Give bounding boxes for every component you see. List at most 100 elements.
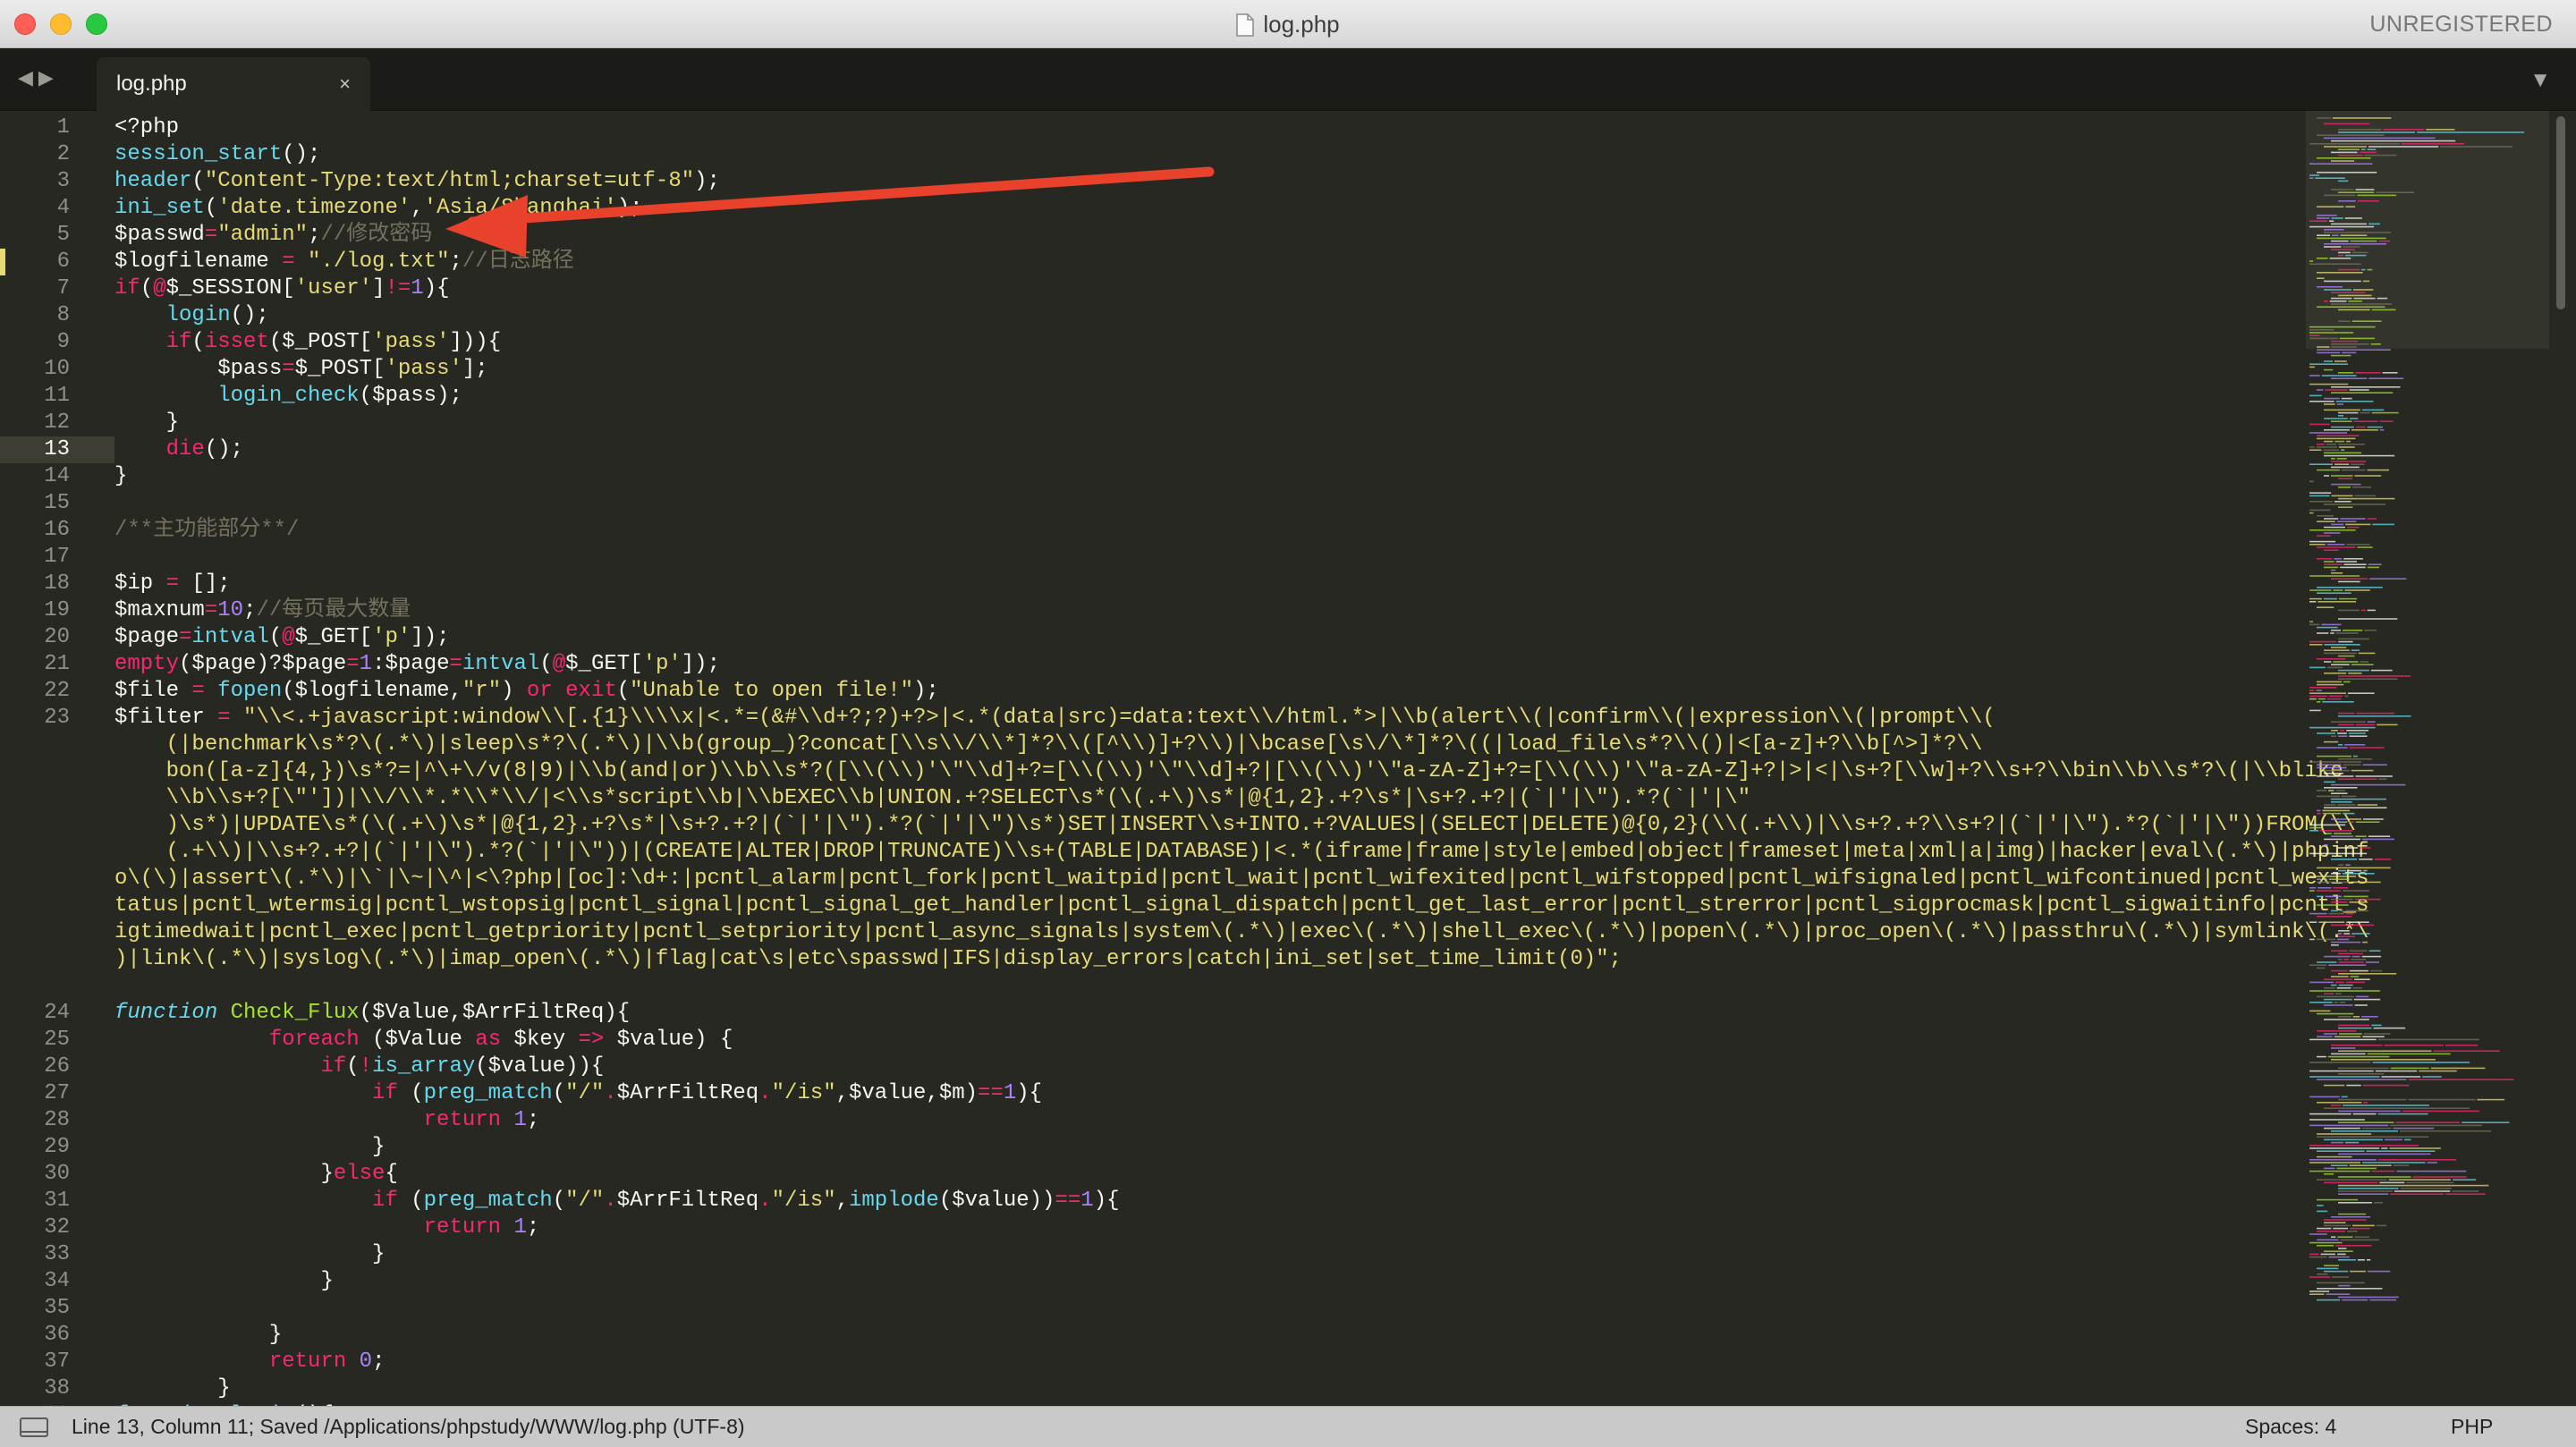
tab-navigation: ◀▶ — [18, 66, 59, 89]
line-number: 3 — [56, 169, 70, 193]
code-line[interactable]: $maxnum=10;//每页最大数量 — [114, 597, 411, 624]
code-line[interactable]: session_start(); — [114, 141, 320, 168]
line-number-gutter: 1 2 3 4 5 6 7 8 9 10 11 12 13 14 15 16 17 18 19 20 21 22 23 24 2… — [0, 111, 114, 1406]
code-line[interactable]: bon([a-z]{4,})\s*?=|^\+\/v(8|9)|\\b(and|… — [114, 758, 2343, 785]
line-number: 23 — [44, 706, 70, 730]
code-line[interactable]: die(); — [114, 436, 243, 463]
line-number: 22 — [44, 679, 70, 703]
code-line[interactable]: login(); — [114, 302, 269, 329]
minimap[interactable] — [2306, 111, 2549, 1406]
code-line[interactable]: } — [114, 1134, 385, 1161]
code-area[interactable]: <?php session_start(); header("Content-Typ… — [114, 111, 2368, 1406]
code-line[interactable]: (|benchmark\s*?\(.*\)|sleep\s*?\(.*\)|\\… — [114, 732, 1983, 758]
code-line[interactable]: return 1; — [114, 1107, 540, 1134]
tab-list-dropdown-icon[interactable]: ▼ — [2529, 68, 2551, 93]
code-line[interactable]: igtimedwait|pcntl_exec|pcntl_getpriority… — [114, 919, 2368, 946]
code-line[interactable]: o\(\)|assert\(.*\)|\`|\~|\^|<\?php|[oc]:… — [114, 866, 2368, 893]
status-message: Line 13, Column 11; Saved /Applications/… — [72, 1415, 745, 1438]
line-number: 29 — [44, 1135, 70, 1159]
code-line[interactable]: } — [114, 1375, 230, 1402]
code-line[interactable]: $passwd="admin";//修改密码 — [114, 222, 432, 249]
line-number: 10 — [44, 357, 70, 381]
line-number: 33 — [44, 1242, 70, 1266]
code-line[interactable]: (.+\\)|\\s+?.+?|(`|'|\").*?(`|'|\"))|(CR… — [114, 839, 2369, 866]
line-number: 38 — [44, 1376, 70, 1400]
code-line[interactable]: } — [114, 1241, 385, 1268]
code-line[interactable]: )|link\(.*\)|syslog\(.*\)|imap_open\(.*\… — [114, 946, 1622, 973]
code-line[interactable]: login_check($pass); — [114, 383, 462, 410]
unregistered-label: UNREGISTERED — [2369, 12, 2553, 37]
line-number: 25 — [44, 1028, 70, 1052]
code-line[interactable]: /**主功能部分**/ — [114, 517, 299, 544]
code-line[interactable]: if(@$_SESSION['user']!=1){ — [114, 275, 450, 302]
line-number: 26 — [44, 1054, 70, 1079]
document-icon — [1236, 13, 1255, 37]
line-number: 5 — [56, 223, 70, 247]
code-line[interactable]: $logfilename = "./log.txt";//日志路径 — [114, 249, 574, 275]
code-line[interactable]: return 0; — [114, 1349, 386, 1375]
code-line[interactable]: foreach ($Value as $key => $value) { — [114, 1027, 733, 1054]
line-number: 7 — [56, 276, 70, 300]
code-line[interactable]: if(!is_array($value)){ — [114, 1054, 604, 1080]
line-number: 1 — [56, 115, 70, 140]
line-number: 13 — [44, 437, 70, 461]
line-number: 27 — [44, 1081, 70, 1105]
back-arrow-icon[interactable]: ◀ — [18, 66, 38, 89]
code-line[interactable]: empty($page)?$page=1:$page=intval(@$_GET… — [114, 651, 720, 678]
title-bar: log.php UNREGISTERED — [0, 0, 2576, 48]
line-number: 4 — [56, 196, 70, 220]
code-line[interactable]: )\s*)|UPDATE\s*(\(.+\)\s*|@{1,2}.+?\s*|\… — [114, 812, 2356, 839]
code-line[interactable]: <?php — [114, 114, 179, 141]
code-line[interactable]: ini_set('date.timezone','Asia/Shanghai')… — [114, 195, 643, 222]
line-number: 16 — [44, 518, 70, 542]
code-editor[interactable]: 1 2 3 4 5 6 7 8 9 10 11 12 13 14 15 16 17 18 19 20 21 22 23 24 2… — [0, 111, 2576, 1406]
line-number: 30 — [44, 1162, 70, 1186]
code-line[interactable]: } — [114, 1268, 333, 1295]
code-line[interactable]: if(isset($_POST['pass'])){ — [114, 329, 502, 356]
forward-arrow-icon[interactable]: ▶ — [38, 66, 59, 89]
code-line[interactable]: header("Content-Type:text/html;charset=u… — [114, 168, 720, 195]
status-bar: Line 13, Column 11; Saved /Applications/… — [0, 1406, 2576, 1447]
line-number: 32 — [44, 1215, 70, 1240]
code-line[interactable]: } — [114, 410, 179, 436]
code-line[interactable]: tatus|pcntl_wtermsig|pcntl_wstopsig|pcnt… — [114, 893, 2368, 919]
tab-close-icon[interactable]: × — [339, 57, 351, 111]
indentation-setting[interactable]: Spaces: 4 — [2245, 1407, 2336, 1446]
window-title: log.php — [1263, 11, 1340, 38]
line-number: 9 — [56, 330, 70, 354]
line-number: 20 — [44, 625, 70, 649]
code-line[interactable]: function Check_Flux($Value,$ArrFiltReq){ — [114, 1000, 630, 1027]
line-number: 19 — [44, 598, 70, 622]
line-number: 37 — [44, 1350, 70, 1374]
tab-bar: ◀▶ log.php × ▼ — [0, 48, 2576, 111]
code-line[interactable]: $filter = "\\<.+javascript:window\\[.{1}… — [114, 705, 1996, 732]
line-number: 18 — [44, 571, 70, 596]
code-line[interactable]: $file = fopen($logfilename,"r") or exit(… — [114, 678, 939, 705]
code-line[interactable]: return 1; — [114, 1214, 540, 1241]
line-number: 31 — [44, 1189, 70, 1213]
line-number: 11 — [44, 384, 70, 408]
line-number: 6 — [56, 250, 70, 274]
tab-log-php[interactable]: log.php × — [97, 57, 370, 111]
code-line[interactable]: if (preg_match("/".$ArrFiltReq."/is",$va… — [114, 1080, 1042, 1107]
code-line[interactable]: \\b\\s+?[\"'])|\\/\\*.*\\*\\/|<\\s*scrip… — [114, 785, 1751, 812]
line-number: 24 — [44, 1001, 70, 1025]
line-number: 12 — [44, 410, 70, 435]
code-line[interactable]: $ip = []; — [114, 571, 231, 597]
tab-label: log.php — [116, 72, 187, 96]
code-line[interactable]: }else{ — [114, 1161, 397, 1188]
window-title-container: log.php — [0, 0, 2576, 48]
line-number: 36 — [44, 1323, 70, 1347]
line-number: 35 — [44, 1296, 70, 1320]
code-line[interactable]: } — [114, 463, 127, 490]
panel-toggle-icon[interactable] — [20, 1417, 48, 1437]
line-number: 8 — [56, 303, 70, 327]
vertical-scrollbar[interactable] — [2556, 116, 2565, 309]
line-number: 2 — [56, 142, 70, 166]
code-line[interactable]: $page=intval(@$_GET['p']); — [114, 624, 450, 651]
line-number: 34 — [44, 1269, 70, 1293]
code-line[interactable]: if (preg_match("/".$ArrFiltReq."/is",imp… — [114, 1188, 1119, 1214]
syntax-selector[interactable]: PHP — [2451, 1407, 2493, 1446]
code-line[interactable]: $pass=$_POST['pass']; — [114, 356, 487, 383]
code-line[interactable]: } — [114, 1322, 282, 1349]
